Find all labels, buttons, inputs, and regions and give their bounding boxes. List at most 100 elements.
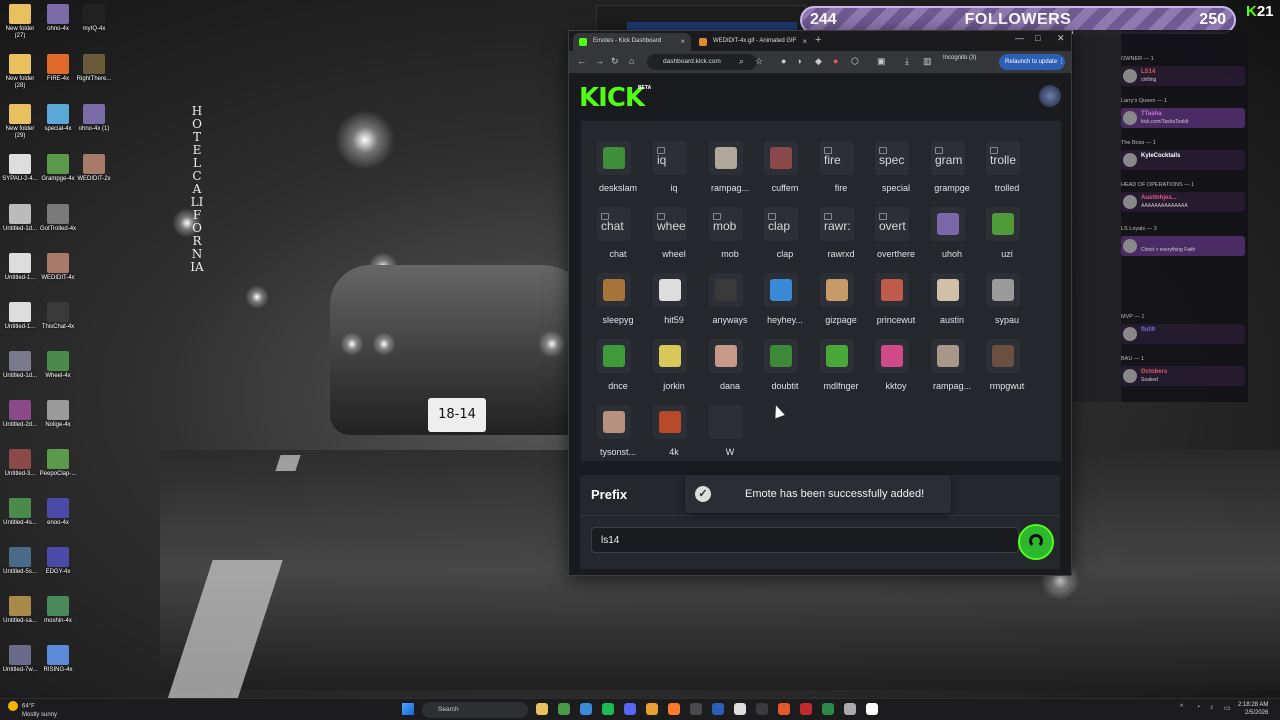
forward-icon[interactable]: → bbox=[595, 56, 604, 66]
desktop-icon[interactable]: ThisChat-4x bbox=[38, 302, 78, 331]
zoom-icon[interactable]: ⌕ bbox=[739, 56, 744, 67]
desktop-icon[interactable]: ohno-4x bbox=[38, 4, 78, 33]
emote-item[interactable]: tysonst... bbox=[585, 405, 641, 467]
emote-item[interactable]: heyhey... bbox=[752, 273, 808, 335]
taskbar-app-icon[interactable] bbox=[668, 703, 680, 715]
extension-icon[interactable]: ◗ bbox=[797, 56, 802, 66]
desktop-icon[interactable]: EDGY-4x bbox=[38, 547, 78, 576]
emote-item[interactable]: rampag... bbox=[919, 339, 975, 401]
emote-item[interactable]: hit59 bbox=[641, 273, 697, 335]
emote-item[interactable]: cuffem bbox=[752, 141, 808, 203]
taskbar-app-icon[interactable] bbox=[822, 703, 834, 715]
desktop-icon[interactable]: Untitled-1... bbox=[0, 253, 40, 282]
emote-item[interactable]: W bbox=[697, 405, 753, 467]
emote-item[interactable]: iq iq bbox=[641, 141, 697, 203]
taskbar-app-icon[interactable] bbox=[602, 703, 614, 715]
emote-item[interactable]: rmpgwut bbox=[974, 339, 1030, 401]
emote-item[interactable]: kktoy bbox=[863, 339, 919, 401]
emote-item[interactable]: 4k bbox=[641, 405, 697, 467]
desktop-icon[interactable]: Untitled-sa... bbox=[0, 596, 40, 625]
desktop-icon[interactable]: Untitled-3... bbox=[0, 449, 40, 478]
emote-item[interactable]: uzi bbox=[974, 207, 1030, 269]
emote-item[interactable]: fire fire bbox=[808, 141, 864, 203]
desktop-icon[interactable]: Wheel-4x bbox=[38, 351, 78, 380]
close-window-icon[interactable]: ✕ bbox=[1057, 33, 1065, 44]
bookmark-star-icon[interactable]: ☆ bbox=[755, 56, 763, 67]
emote-item[interactable]: austin bbox=[919, 273, 975, 335]
taskbar-app-icon[interactable] bbox=[580, 703, 592, 715]
tab-animated-gif[interactable]: WEDIDIT-4x.gif - Animated GIF × bbox=[693, 33, 813, 51]
submit-emote-button[interactable] bbox=[1018, 524, 1054, 560]
desktop-icon[interactable]: GotTrolled-4x bbox=[38, 204, 78, 233]
emote-item[interactable]: sleepyg bbox=[585, 273, 641, 335]
sidebar-icon[interactable]: ▥ bbox=[923, 56, 932, 67]
taskbar-app-icon[interactable] bbox=[536, 703, 548, 715]
emote-item[interactable]: gizpage bbox=[808, 273, 864, 335]
extension-icon[interactable]: ● bbox=[781, 56, 786, 66]
download-icon[interactable]: ⤓ bbox=[905, 56, 909, 67]
emote-item[interactable]: sypau bbox=[974, 273, 1030, 335]
maximize-icon[interactable]: □ bbox=[1035, 33, 1040, 43]
desktop-icon[interactable]: SYPAU-2-4... bbox=[0, 154, 40, 183]
minimize-icon[interactable]: — bbox=[1015, 33, 1024, 43]
emote-item[interactable]: rawr: rawrxd bbox=[808, 207, 864, 269]
emote-item[interactable]: mob mob bbox=[697, 207, 753, 269]
emote-item[interactable]: chat chat bbox=[585, 207, 641, 269]
taskbar-app-icon[interactable] bbox=[778, 703, 790, 715]
relaunch-button[interactable]: Relaunch to update ⋮ bbox=[999, 54, 1065, 70]
kick-logo[interactable]: KICK bbox=[579, 83, 645, 113]
desktop-icon[interactable]: New folder (29) bbox=[0, 104, 40, 140]
desktop-icon[interactable]: PeepoClap-... bbox=[38, 449, 78, 478]
desktop-icon[interactable]: FIRE-4x bbox=[38, 54, 78, 83]
emote-item[interactable]: mdlfnger bbox=[808, 339, 864, 401]
desktop-icon[interactable]: enoo-4x bbox=[38, 498, 78, 527]
taskbar-app-icon[interactable] bbox=[800, 703, 812, 715]
prefix-input[interactable]: ls14 bbox=[591, 527, 1019, 553]
extension-icon[interactable]: ● bbox=[833, 56, 838, 66]
close-tab-icon[interactable]: × bbox=[680, 37, 685, 46]
desktop-icon[interactable]: Untitled-2d... bbox=[0, 400, 40, 429]
emote-item[interactable]: whee wheel bbox=[641, 207, 697, 269]
desktop-icon[interactable]: WEDIDIT-2x bbox=[74, 154, 114, 183]
desktop-icon[interactable]: Grampge-4x bbox=[38, 154, 78, 183]
taskbar-app-icon[interactable] bbox=[646, 703, 658, 715]
emote-item[interactable]: uhoh bbox=[919, 207, 975, 269]
weather-widget[interactable]: 64°F Mostly sunny bbox=[8, 701, 57, 719]
tray-chevron-icon[interactable]: ^ bbox=[1180, 704, 1183, 711]
volume-icon[interactable]: ♪ bbox=[1210, 704, 1214, 711]
emote-item[interactable]: trolle trolled bbox=[974, 141, 1030, 203]
desktop-icon[interactable]: myIQ-4x bbox=[74, 4, 114, 33]
desktop-icon[interactable]: Untitled-5s... bbox=[0, 547, 40, 576]
user-avatar[interactable] bbox=[1039, 85, 1061, 107]
emote-item[interactable]: clap clap bbox=[752, 207, 808, 269]
emote-item[interactable]: spec special bbox=[863, 141, 919, 203]
desktop-icon[interactable]: Untitled-1d... bbox=[0, 204, 40, 233]
desktop-icon[interactable]: RISING-4x bbox=[38, 645, 78, 674]
desktop-icon[interactable]: Untitled-1d... bbox=[0, 351, 40, 380]
taskbar-app-icon[interactable] bbox=[734, 703, 746, 715]
desktop-icon[interactable]: Untitled-4s... bbox=[0, 498, 40, 527]
back-icon[interactable]: ← bbox=[577, 56, 586, 66]
emote-item[interactable]: anyways bbox=[697, 273, 753, 335]
taskbar-app-icon[interactable] bbox=[844, 703, 856, 715]
desktop-icon[interactable]: Nolige-4x bbox=[38, 400, 78, 429]
emote-item[interactable]: dana bbox=[697, 339, 753, 401]
desktop-icon[interactable]: RightThere... bbox=[74, 54, 114, 83]
clock[interactable]: 2:18:28 AM 2/5/2026 bbox=[1238, 701, 1268, 717]
desktop-icon[interactable]: ohno-4x (1) bbox=[74, 104, 114, 133]
taskbar-app-icon[interactable] bbox=[866, 703, 878, 715]
emote-item[interactable]: doubtit bbox=[752, 339, 808, 401]
tab-emotes-dashboard[interactable]: Emotes - Kick Dashboard × bbox=[573, 33, 691, 51]
desktop-icon[interactable]: WEDIDIT-4x bbox=[38, 253, 78, 282]
desktop-icon[interactable]: Untitled-1... bbox=[0, 302, 40, 331]
taskbar-app-icon[interactable] bbox=[712, 703, 724, 715]
taskbar-search[interactable]: Search bbox=[422, 702, 528, 718]
taskbar-app-icon[interactable] bbox=[624, 703, 636, 715]
emote-item[interactable]: gram grampge bbox=[919, 141, 975, 203]
emote-item[interactable]: overt overthere bbox=[863, 207, 919, 269]
extension-icon[interactable]: ⬡ bbox=[851, 56, 859, 67]
extension-icon[interactable]: ◆ bbox=[815, 56, 822, 67]
emote-item[interactable]: jorkin bbox=[641, 339, 697, 401]
close-tab-icon[interactable]: × bbox=[802, 37, 807, 46]
reload-icon[interactable]: ↻ bbox=[611, 56, 619, 67]
